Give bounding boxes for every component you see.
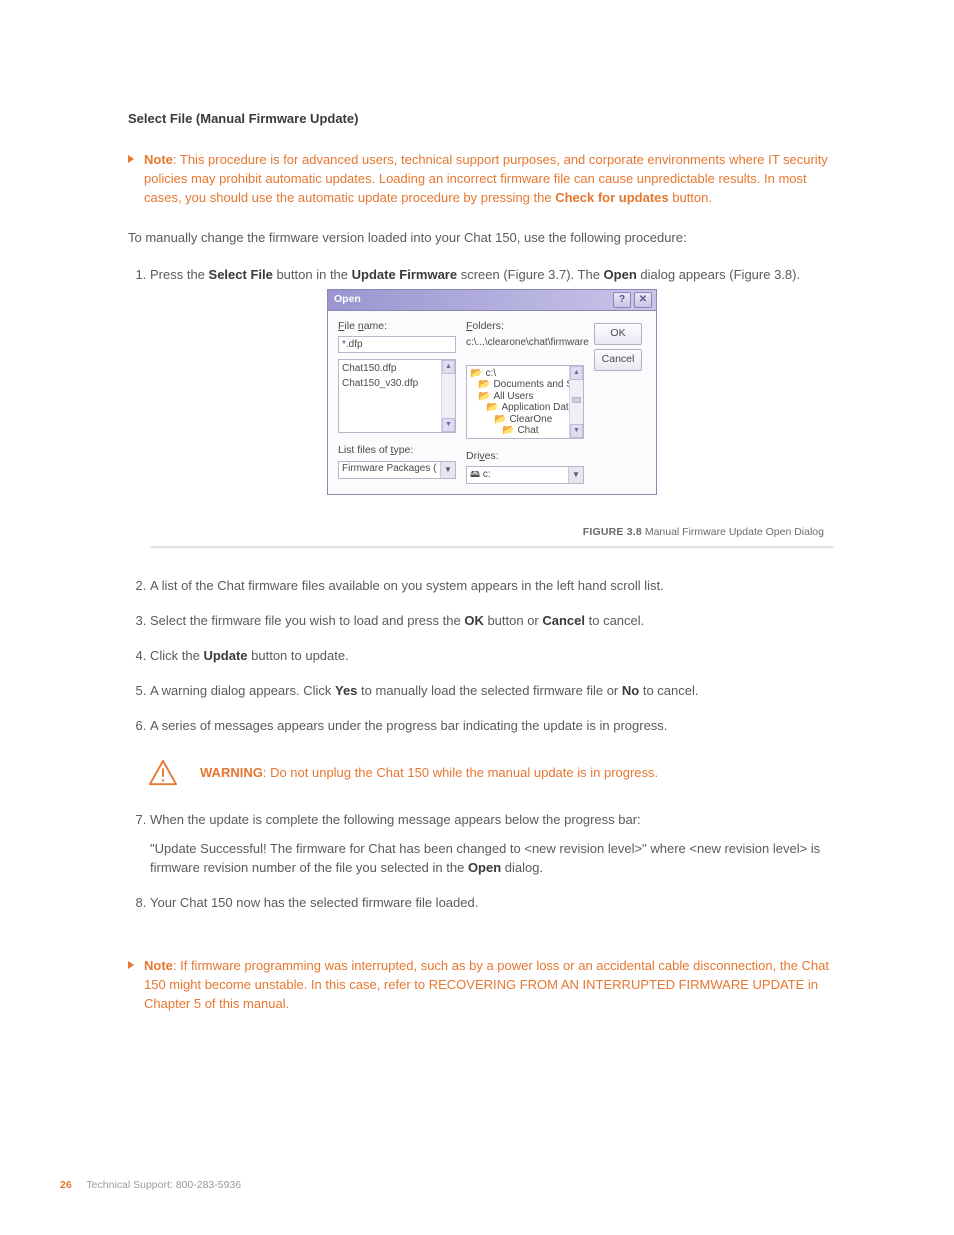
scrollbar[interactable]: ▲ ▼ xyxy=(441,360,455,432)
note-interrupted-firmware: Note: If firmware programming was interr… xyxy=(128,957,834,1014)
folder-open-icon: 📂 xyxy=(470,368,482,380)
step-7: When the update is complete the followin… xyxy=(150,811,834,878)
folder-open-icon: 📂 xyxy=(494,414,506,426)
step-5: A warning dialog appears. Click Yes to m… xyxy=(150,682,834,701)
footer-text: Technical Support: 800-283-5936 xyxy=(86,1179,241,1191)
drive-icon: 🖴 xyxy=(470,469,480,480)
folder-item[interactable]: 📂Chat xyxy=(470,425,583,437)
intro-paragraph: To manually change the firmware version … xyxy=(128,229,834,248)
folders-path: c:\...\clearone\chat\firmware xyxy=(466,336,584,351)
drives-select[interactable]: 🖴 c: ▼ xyxy=(466,466,584,484)
folders-label: Folders: xyxy=(466,319,584,334)
file-list[interactable]: Chat150.dfp Chat150_v30.dfp ▲ ▼ xyxy=(338,359,456,433)
list-item[interactable]: Chat150_v30.dfp xyxy=(342,377,452,392)
folder-item[interactable]: 📂All Users xyxy=(470,391,583,403)
warning-label: WARNING xyxy=(200,765,263,780)
folder-open-icon: 📂 xyxy=(478,391,490,403)
note-text: : This procedure is for advanced users, … xyxy=(144,152,828,205)
chevron-down-icon: ▼ xyxy=(440,462,455,478)
folder-open-icon: 📂 xyxy=(478,379,490,391)
folder-item[interactable]: 📂Documents and Set xyxy=(470,379,583,391)
warning-note: WARNING: Do not unplug the Chat 150 whil… xyxy=(148,759,834,787)
note-text-end: button. xyxy=(669,190,712,205)
figure-caption: FIGURE 3.8 Manual Firmware Update Open D… xyxy=(150,525,834,540)
help-button[interactable]: ? xyxy=(613,292,631,308)
chevron-down-icon: ▼ xyxy=(568,467,583,483)
note-label: Note xyxy=(144,958,173,973)
note-label: Note xyxy=(144,152,173,167)
page-number: 26 xyxy=(60,1179,72,1191)
scrollbar[interactable]: ▲ ▼ xyxy=(569,366,583,438)
step-8: Your Chat 150 now has the selected firmw… xyxy=(150,894,834,913)
folder-item[interactable]: 📂c:\ xyxy=(470,368,583,380)
folder-tree[interactable]: 📂c:\ 📂Documents and Set 📂All Users 📂Appl… xyxy=(466,365,584,439)
note-advanced-users: Note: This procedure is for advanced use… xyxy=(128,151,834,208)
step-6: A series of messages appears under the p… xyxy=(150,717,834,736)
step-2: A list of the Chat firmware files availa… xyxy=(150,577,834,596)
close-button[interactable]: ✕ xyxy=(634,292,652,308)
page-footer: 26 Technical Support: 800-283-5936 xyxy=(60,1178,241,1193)
note-text: : If firmware programming was interrupte… xyxy=(144,958,829,1011)
folder-open-icon: 📂 xyxy=(486,402,498,414)
drives-label: Drives: xyxy=(466,449,584,464)
dialog-title: Open xyxy=(334,292,361,307)
step-3: Select the firmware file you wish to loa… xyxy=(150,612,834,631)
caret-icon xyxy=(128,961,134,969)
scroll-up-icon[interactable]: ▲ xyxy=(442,360,455,374)
check-updates-ref: Check for updates xyxy=(555,190,668,205)
open-dialog: Open ? ✕ File name: *.dfp Chat150.dfp Ch… xyxy=(327,289,657,495)
caret-icon xyxy=(128,155,134,163)
file-name-input[interactable]: *.dfp xyxy=(338,336,456,353)
list-item[interactable]: Chat150.dfp xyxy=(342,362,452,377)
section-title: Select File (Manual Firmware Update) xyxy=(128,110,834,129)
warning-text: : Do not unplug the Chat 150 while the m… xyxy=(263,765,658,780)
warning-triangle-icon xyxy=(148,759,178,787)
file-name-label: File name: xyxy=(338,319,456,334)
step-4: Click the Update button to update. xyxy=(150,647,834,666)
folder-item[interactable]: 📂Application Data xyxy=(470,402,583,414)
list-type-select[interactable]: Firmware Packages (*.dfp) ▼ xyxy=(338,461,456,479)
scroll-down-icon[interactable]: ▼ xyxy=(442,418,455,432)
scroll-down-icon[interactable]: ▼ xyxy=(570,424,583,438)
list-type-label: List files of type: xyxy=(338,443,456,458)
folder-open-icon: 📂 xyxy=(502,425,514,437)
divider xyxy=(150,546,834,549)
cancel-button[interactable]: Cancel xyxy=(594,349,642,371)
folder-item[interactable]: 📂ClearOne xyxy=(470,414,583,426)
ok-button[interactable]: OK xyxy=(594,323,642,345)
step-1: Press the Select File button in the Upda… xyxy=(150,266,834,549)
scroll-up-icon[interactable]: ▲ xyxy=(570,366,583,380)
